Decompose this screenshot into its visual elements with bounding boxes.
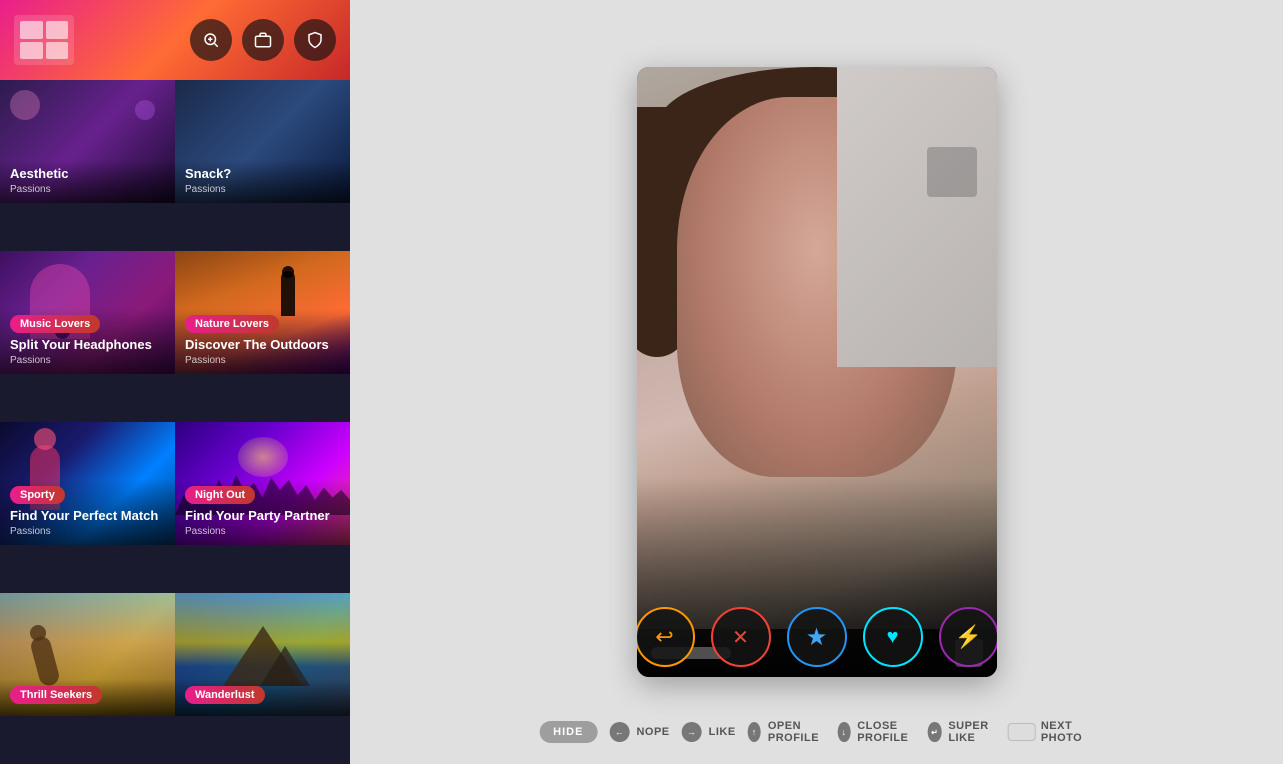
logo-dot — [20, 21, 43, 39]
passion-card-nightout[interactable]: Night Out Find Your Party Partner Passio… — [175, 422, 350, 545]
shortcut-nope: ← NOPE — [609, 722, 669, 742]
card-title-nightout: Find Your Party Partner — [185, 508, 340, 524]
card-subtitle-sporty: Passions — [10, 526, 165, 537]
rewind-button[interactable]: ↩ — [637, 607, 695, 667]
super-like-key-icon: ↵ — [928, 722, 941, 742]
header-icons — [190, 19, 336, 61]
logo-dot — [20, 42, 43, 60]
shortcut-open-profile: ↑ OPEN PROFILE — [748, 720, 826, 744]
profile-card[interactable]: ↩ ✕ ★ ♥ ⚡ — [637, 67, 997, 677]
card-badge-thrill: Thrill Seekers — [10, 686, 102, 704]
passion-card-snack[interactable]: Snack? Passions — [175, 80, 350, 203]
boost-button[interactable]: ⚡ — [939, 607, 997, 667]
profile-photo — [637, 67, 997, 677]
passion-card-sporty[interactable]: Sporty Find Your Perfect Match Passions — [0, 422, 175, 545]
passion-card-nature[interactable]: Nature Lovers Discover The Outdoors Pass… — [175, 251, 350, 374]
logo — [14, 15, 74, 65]
main-area: ↩ ✕ ★ ♥ ⚡ HIDE ← NOPE → LIKE ↑ OPEN PROF… — [350, 0, 1283, 764]
shortcut-super-like: ↵ SUPER LIKE — [928, 720, 995, 744]
card-overlay-thrill: Thrill Seekers — [0, 679, 175, 716]
logo-dot — [46, 21, 69, 39]
card-subtitle-aesthetic: Passions — [10, 184, 165, 195]
nope-button[interactable]: ✕ — [711, 607, 771, 667]
like-button[interactable]: ♥ — [863, 607, 923, 667]
card-badge-wanderlust: Wanderlust — [185, 686, 265, 704]
card-overlay-nature: Nature Lovers Discover The Outdoors Pass… — [175, 308, 350, 374]
next-photo-shortcut-label: NEXT PHOTO — [1041, 720, 1094, 744]
passion-cards-grid: Aesthetic Passions Snack? Passions — [0, 80, 350, 764]
passion-card-aesthetic[interactable]: Aesthetic Passions — [0, 80, 175, 203]
card-title-aesthetic: Aesthetic — [10, 166, 165, 182]
shortcut-next-photo: NEXT PHOTO — [1007, 720, 1093, 744]
card-title-music: Split Your Headphones — [10, 337, 165, 353]
like-key-icon: → — [682, 722, 702, 742]
briefcase-icon-button[interactable] — [242, 19, 284, 61]
card-subtitle-snack: Passions — [185, 184, 340, 195]
card-title-nature: Discover The Outdoors — [185, 337, 340, 353]
passion-card-music[interactable]: Music Lovers Split Your Headphones Passi… — [0, 251, 175, 374]
card-subtitle-nature: Passions — [185, 355, 340, 366]
card-subtitle-nightout: Passions — [185, 526, 340, 537]
card-badge-nightout: Night Out — [185, 486, 255, 504]
card-overlay-snack: Snack? Passions — [175, 160, 350, 203]
next-photo-key-icon — [1007, 723, 1035, 741]
nope-key-icon: ← — [609, 722, 629, 742]
close-profile-shortcut-label: CLOSE PROFILE — [857, 720, 916, 744]
sidebar: Aesthetic Passions Snack? Passions — [0, 0, 350, 764]
card-overlay-sporty: Sporty Find Your Perfect Match Passions — [0, 479, 175, 545]
shortcut-like: → LIKE — [682, 722, 736, 742]
close-profile-key-icon: ↓ — [838, 722, 850, 742]
shortcut-close-profile: ↓ CLOSE PROFILE — [838, 720, 916, 744]
hide-button[interactable]: HIDE — [539, 721, 597, 743]
shortcut-bar: HIDE ← NOPE → LIKE ↑ OPEN PROFILE ↓ CLOS… — [539, 720, 1094, 744]
card-title-snack: Snack? — [185, 166, 340, 182]
card-title-sporty: Find Your Perfect Match — [10, 508, 165, 524]
super-like-button[interactable]: ★ — [787, 607, 847, 667]
passion-card-wanderlust[interactable]: Wanderlust — [175, 593, 350, 716]
card-badge-music: Music Lovers — [10, 315, 100, 333]
card-badge-nature: Nature Lovers — [185, 315, 279, 333]
passion-card-thrill[interactable]: Thrill Seekers — [0, 593, 175, 716]
search-icon-button[interactable] — [190, 19, 232, 61]
open-profile-key-icon: ↑ — [748, 722, 761, 742]
card-overlay-nightout: Night Out Find Your Party Partner Passio… — [175, 479, 350, 545]
logo-dot — [46, 42, 69, 60]
card-overlay-music: Music Lovers Split Your Headphones Passi… — [0, 308, 175, 374]
nope-shortcut-label: NOPE — [636, 726, 669, 738]
sidebar-header — [0, 0, 350, 80]
shield-icon-button[interactable] — [294, 19, 336, 61]
super-like-shortcut-label: SUPER LIKE — [948, 720, 995, 744]
card-badge-sporty: Sporty — [10, 486, 65, 504]
open-profile-shortcut-label: OPEN PROFILE — [768, 720, 826, 744]
action-buttons: ↩ ✕ ★ ♥ ⚡ — [637, 607, 997, 667]
card-subtitle-music: Passions — [10, 355, 165, 366]
bg-object — [927, 147, 977, 197]
like-shortcut-label: LIKE — [709, 726, 736, 738]
bg-wall — [837, 67, 997, 367]
card-overlay-wanderlust: Wanderlust — [175, 679, 350, 716]
card-overlay-aesthetic: Aesthetic Passions — [0, 160, 175, 203]
